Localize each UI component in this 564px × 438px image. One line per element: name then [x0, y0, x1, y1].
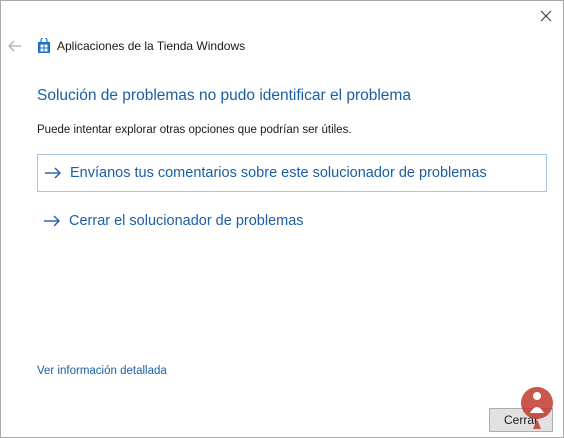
title-bar: [1, 1, 563, 31]
close-icon: [540, 10, 552, 22]
header-nav: Aplicaciones de la Tienda Windows: [7, 35, 245, 57]
close-window-button[interactable]: [533, 5, 559, 27]
send-feedback-option[interactable]: Envíanos tus comentarios sobre este solu…: [37, 154, 547, 192]
app-title: Aplicaciones de la Tienda Windows: [57, 39, 246, 53]
store-icon: [37, 38, 51, 54]
send-feedback-label: Envíanos tus comentarios sobre este solu…: [70, 165, 487, 181]
view-details-link[interactable]: Ver información detallada: [37, 365, 167, 377]
page-subtext: Puede intentar explorar otras opciones q…: [37, 124, 352, 136]
page-heading: Solución de problemas no pudo identifica…: [37, 87, 411, 104]
back-button[interactable]: [7, 38, 23, 54]
close-troubleshooter-option[interactable]: Cerrar el solucionador de problemas: [37, 202, 547, 240]
troubleshooter-window: Aplicaciones de la Tienda Windows Soluci…: [0, 0, 564, 438]
help-person-icon: [521, 387, 553, 429]
close-troubleshooter-label: Cerrar el solucionador de problemas: [69, 213, 304, 229]
back-arrow-icon: [8, 40, 21, 52]
arrow-right-icon: [44, 167, 62, 179]
arrow-right-icon: [43, 215, 61, 227]
